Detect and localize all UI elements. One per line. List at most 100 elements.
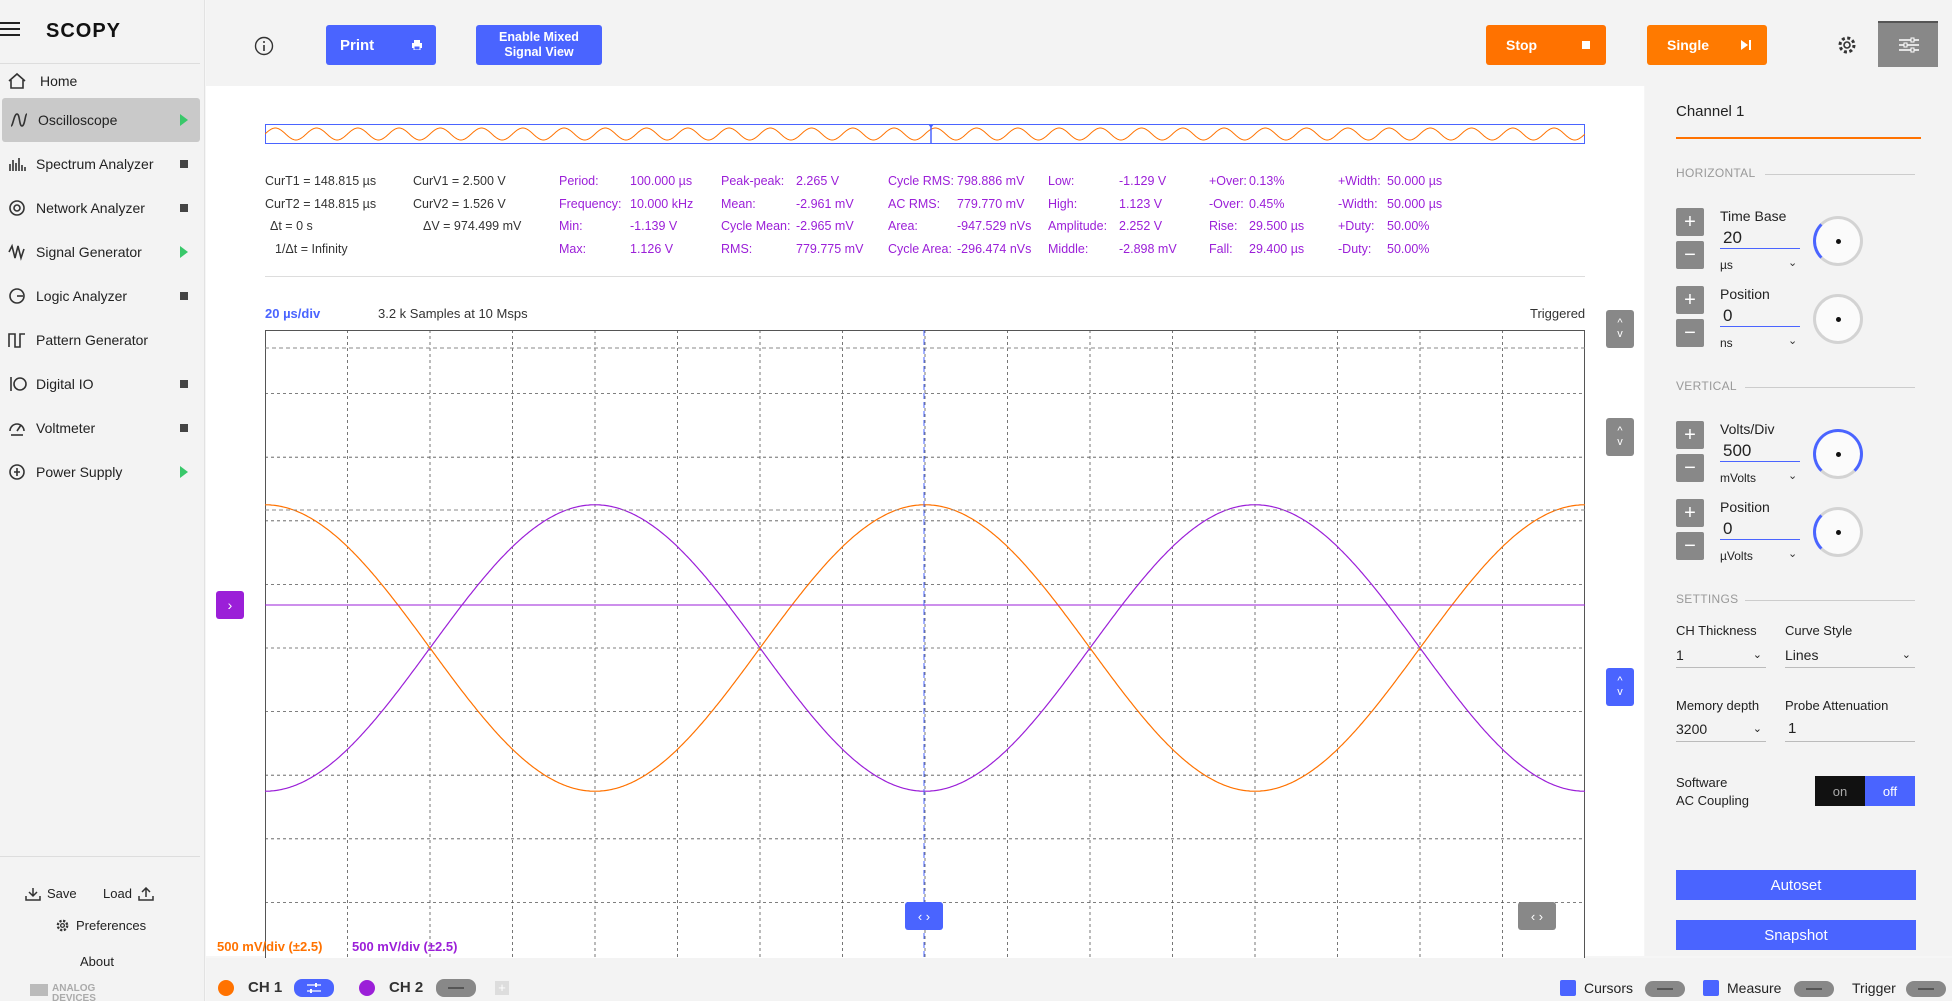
ac-coupling-label: Software AC Coupling bbox=[1676, 774, 1749, 810]
ch2-offset-handle[interactable]: › bbox=[216, 591, 244, 619]
oscilloscope-plot[interactable] bbox=[265, 330, 1585, 966]
sidebar-item-network-analyzer[interactable]: Network Analyzer bbox=[0, 186, 200, 230]
timebase-increment-button[interactable]: + bbox=[1676, 208, 1704, 236]
signal-overview[interactable] bbox=[265, 124, 1585, 144]
snapshot-button[interactable]: Snapshot bbox=[1676, 920, 1916, 950]
cursors-label[interactable]: Cursors bbox=[1584, 980, 1633, 996]
measurement-label: AC RMS: bbox=[888, 196, 941, 211]
measurement-label: Amplitude: bbox=[1048, 219, 1108, 233]
plus-icon: + bbox=[1684, 288, 1696, 311]
save-button[interactable]: Save bbox=[25, 886, 77, 901]
hposition-decrement-button[interactable]: − bbox=[1676, 319, 1704, 347]
preferences-button[interactable]: Preferences bbox=[55, 918, 146, 933]
sidebar-item-label: Voltmeter bbox=[36, 420, 96, 436]
cursors-checkbox[interactable] bbox=[1560, 980, 1576, 996]
hposition-knob[interactable] bbox=[1813, 294, 1863, 344]
sidebar-item-pattern-generator[interactable]: Pattern Generator bbox=[0, 318, 200, 362]
plus-icon: + bbox=[1684, 210, 1696, 233]
timebase-input[interactable]: 20 bbox=[1720, 228, 1800, 249]
vendor-logo: ANALOG DEVICES bbox=[30, 984, 96, 1001]
vposition-input[interactable]: 0 bbox=[1720, 519, 1800, 540]
measurement-value: 2.252 V bbox=[1119, 219, 1163, 233]
voltsdiv-unit-select[interactable]: mVolts bbox=[1720, 471, 1756, 485]
timebase-unit-select[interactable]: µs bbox=[1720, 258, 1733, 272]
ac-coupling-off[interactable]: off bbox=[1865, 776, 1915, 806]
sidebar-item-home[interactable]: Home bbox=[0, 59, 200, 103]
step-icon bbox=[1741, 40, 1751, 50]
ac-coupling-switch[interactable]: on off bbox=[1815, 776, 1915, 806]
cursors-menu-toggle[interactable] bbox=[1645, 981, 1685, 997]
voltsdiv-input[interactable]: 500 bbox=[1720, 441, 1800, 462]
chevron-down-icon[interactable]: ⌄ bbox=[1788, 334, 1797, 347]
sidebar-item-oscilloscope[interactable]: Oscilloscope bbox=[2, 98, 200, 142]
hposition-unit-select[interactable]: ns bbox=[1720, 336, 1733, 350]
measurement-value: 29.400 µs bbox=[1249, 241, 1305, 256]
sidebar-item-digital-io[interactable]: Digital IO bbox=[0, 362, 200, 406]
voltsdiv-decrement-button[interactable]: − bbox=[1676, 454, 1704, 482]
toggle-bar-icon bbox=[1657, 988, 1673, 990]
voltsdiv-increment-button[interactable]: + bbox=[1676, 421, 1704, 449]
hposition-increment-button[interactable]: + bbox=[1676, 286, 1704, 314]
cursor-t-handle[interactable]: ‹ › bbox=[1518, 902, 1556, 930]
ch1-offset-handle[interactable]: ^ v bbox=[1606, 668, 1634, 706]
hposition-input[interactable]: 0 bbox=[1720, 306, 1800, 327]
sidebar-item-voltmeter[interactable]: Voltmeter bbox=[0, 406, 200, 450]
logic-analyzer-icon bbox=[6, 285, 28, 307]
cursor-v1-handle[interactable]: ^ v bbox=[1606, 310, 1634, 348]
vposition-decrement-button[interactable]: − bbox=[1676, 532, 1704, 560]
ch2-settings-toggle[interactable] bbox=[436, 979, 476, 997]
stop-button[interactable]: Stop bbox=[1486, 25, 1606, 65]
measure-label[interactable]: Measure bbox=[1727, 980, 1781, 996]
chevron-down-icon[interactable]: ⌄ bbox=[1788, 256, 1797, 269]
voltsdiv-knob[interactable] bbox=[1813, 429, 1863, 479]
trigger-position-handle[interactable]: ‹ › bbox=[905, 902, 943, 930]
measurement-value: -947.529 nVs bbox=[957, 219, 1032, 233]
curve-style-select[interactable]: Lines ⌄ bbox=[1785, 642, 1915, 668]
ch1-label[interactable]: CH 1 bbox=[248, 979, 282, 996]
sidebar-item-signal-generator[interactable]: Signal Generator bbox=[0, 230, 200, 274]
trigger-label[interactable]: Trigger bbox=[1852, 980, 1896, 996]
memory-depth-label: Memory depth bbox=[1676, 698, 1760, 713]
print-button[interactable]: Print bbox=[326, 25, 436, 65]
menu-icon[interactable] bbox=[0, 22, 20, 36]
ch-thickness-select[interactable]: 1 ⌄ bbox=[1676, 642, 1766, 668]
section-horizontal: HORIZONTAL bbox=[1676, 166, 1756, 180]
timebase-decrement-button[interactable]: − bbox=[1676, 241, 1704, 269]
chevron-down-icon[interactable]: ⌄ bbox=[1788, 469, 1797, 482]
vposition-label: Position bbox=[1720, 499, 1770, 515]
power-supply-icon bbox=[6, 461, 28, 483]
sidebar-item-logic-analyzer[interactable]: Logic Analyzer bbox=[0, 274, 200, 318]
single-button[interactable]: Single bbox=[1647, 25, 1767, 65]
ch2-color-indicator[interactable] bbox=[359, 980, 375, 996]
autoset-button[interactable]: Autoset bbox=[1676, 870, 1916, 900]
cursor-v2-handle[interactable]: ^ v bbox=[1606, 418, 1634, 456]
vposition-unit-select[interactable]: µVolts bbox=[1720, 549, 1753, 563]
sidebar-item-power-supply[interactable]: Power Supply bbox=[0, 450, 200, 494]
ch1-settings-toggle[interactable] bbox=[294, 979, 334, 997]
pattern-generator-icon bbox=[6, 329, 28, 351]
curve-style-value: Lines bbox=[1785, 646, 1819, 663]
sidebar-item-spectrum-analyzer[interactable]: Spectrum Analyzer bbox=[0, 142, 200, 186]
divider bbox=[265, 276, 1585, 277]
info-button[interactable] bbox=[254, 36, 274, 61]
probe-attenuation-input[interactable]: 1 bbox=[1785, 716, 1915, 742]
chevron-down-icon[interactable]: ⌄ bbox=[1788, 547, 1797, 560]
about-button[interactable]: About bbox=[80, 954, 114, 969]
ch2-label[interactable]: CH 2 bbox=[389, 979, 423, 996]
vposition-increment-button[interactable]: + bbox=[1676, 499, 1704, 527]
timebase-knob[interactable] bbox=[1813, 216, 1863, 266]
ch1-color-indicator[interactable] bbox=[218, 980, 234, 996]
trigger-menu-toggle[interactable] bbox=[1906, 981, 1946, 997]
enable-mixed-signal-view-button[interactable]: Enable Mixed Signal View bbox=[476, 25, 602, 65]
measure-checkbox[interactable] bbox=[1703, 980, 1719, 996]
load-button[interactable]: Load bbox=[103, 886, 154, 901]
knob-indicator bbox=[1836, 530, 1841, 535]
measure-menu-toggle[interactable] bbox=[1794, 981, 1834, 997]
ac-coupling-on[interactable]: on bbox=[1815, 776, 1865, 806]
memory-depth-select[interactable]: 3200 ⌄ bbox=[1676, 716, 1766, 742]
settings-button[interactable] bbox=[1836, 34, 1858, 61]
menu-toggle-button[interactable] bbox=[1878, 21, 1938, 67]
add-channel-button[interactable]: + bbox=[495, 981, 509, 995]
vposition-knob[interactable] bbox=[1813, 507, 1863, 557]
spectrum-analyzer-icon bbox=[6, 153, 28, 175]
